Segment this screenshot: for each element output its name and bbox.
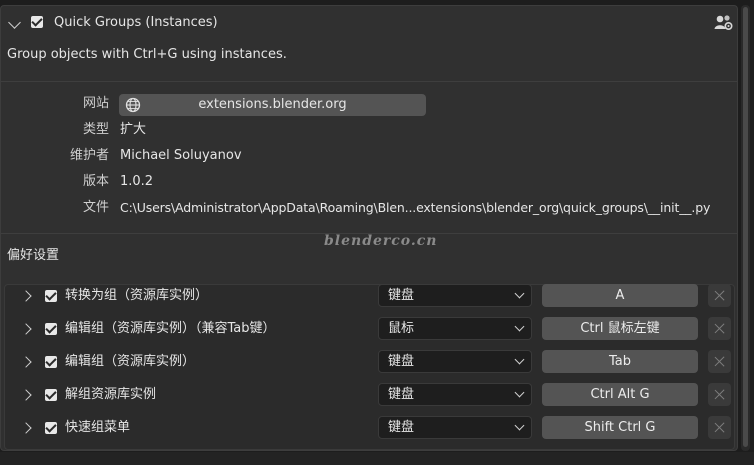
- type-label: 类型: [82, 122, 109, 137]
- preferences-title: 偏好设置: [7, 248, 60, 263]
- website-url-text: extensions.blender.org: [198, 97, 347, 112]
- keymap-name: 解组资源库实例: [65, 387, 157, 402]
- header-divider: [1, 81, 737, 82]
- user-settings-icon[interactable]: [714, 14, 734, 32]
- keymap-name: 编辑组（资源库实例）: [65, 354, 196, 369]
- key-binding-field[interactable]: A: [542, 284, 698, 307]
- watermark-text: blenderco.cn: [324, 233, 438, 249]
- maintainer-label: 维护者: [69, 148, 109, 163]
- input-type-select[interactable]: 键盘: [378, 350, 532, 373]
- addon-enable-checkbox[interactable]: [31, 16, 43, 28]
- file-label: 文件: [82, 200, 109, 215]
- website-url-field[interactable]: extensions.blender.org: [119, 94, 426, 116]
- remove-keymap-close-icon[interactable]: [708, 284, 731, 307]
- input-type-select[interactable]: 键盘: [378, 416, 532, 439]
- row-expand-chevron-right-icon[interactable]: [20, 323, 32, 335]
- addon-title: Quick Groups (Instances): [54, 15, 218, 30]
- remove-keymap-close-icon[interactable]: [708, 317, 731, 340]
- keymap-row: 解组资源库实例 键盘 Ctrl Alt G: [1, 379, 739, 409]
- chevron-down-icon: [514, 354, 525, 365]
- vertical-scrollbar[interactable]: [741, 5, 750, 451]
- keymap-enable-checkbox[interactable]: [45, 422, 57, 434]
- keymap-enable-checkbox[interactable]: [45, 290, 57, 302]
- scrollbar-thumb[interactable]: [743, 7, 748, 447]
- input-type-select[interactable]: 鼠标: [378, 317, 532, 340]
- addon-panel: Quick Groups (Instances) Group objects w…: [0, 5, 738, 451]
- keymap-name: 编辑组（资源库实例）（兼容Tab键）: [65, 321, 276, 336]
- row-expand-chevron-right-icon[interactable]: [20, 422, 32, 434]
- keymap-name: 转换为组（资源库实例）: [65, 288, 209, 303]
- bottom-strip: [0, 452, 754, 465]
- remove-keymap-close-icon[interactable]: [708, 350, 731, 373]
- row-expand-chevron-right-icon[interactable]: [20, 389, 32, 401]
- keymap-row: 编辑组（资源库实例） 键盘 Tab: [1, 346, 739, 376]
- keymap-enable-checkbox[interactable]: [45, 356, 57, 368]
- input-type-value: 键盘: [388, 354, 415, 369]
- chevron-down-icon: [514, 387, 525, 398]
- key-binding-field[interactable]: Tab: [542, 350, 698, 373]
- keymap-name: 快速组菜单: [65, 420, 131, 435]
- input-type-value: 键盘: [388, 387, 415, 402]
- website-label: 网站: [82, 96, 109, 111]
- keymap-row: 编辑组（资源库实例）（兼容Tab键） 鼠标 Ctrl 鼠标左键: [1, 313, 739, 343]
- remove-keymap-close-icon[interactable]: [708, 416, 731, 439]
- input-type-value: 键盘: [388, 420, 415, 435]
- file-path-value: C:\Users\Administrator\AppData\Roaming\B…: [120, 200, 711, 215]
- chevron-down-icon: [514, 420, 525, 431]
- maintainer-value: Michael Soluyanov: [120, 148, 242, 163]
- chevron-down-icon: [514, 321, 525, 332]
- version-value: 1.0.2: [120, 174, 154, 189]
- keymap-row: 转换为组（资源库实例） 键盘 A: [1, 280, 739, 310]
- key-binding-field[interactable]: Shift Ctrl G: [542, 416, 698, 439]
- row-expand-chevron-right-icon[interactable]: [20, 356, 32, 368]
- keymap-enable-checkbox[interactable]: [45, 389, 57, 401]
- input-type-value: 键盘: [388, 288, 415, 303]
- remove-keymap-close-icon[interactable]: [708, 383, 731, 406]
- keymap-row: 快速组菜单 键盘 Shift Ctrl G: [1, 412, 739, 442]
- key-binding-field[interactable]: Ctrl Alt G: [542, 383, 698, 406]
- collapse-chevron-down-icon[interactable]: [8, 16, 21, 29]
- version-label: 版本: [82, 174, 109, 189]
- input-type-select[interactable]: 键盘: [378, 284, 532, 307]
- type-value: 扩大: [120, 122, 147, 137]
- key-binding-field[interactable]: Ctrl 鼠标左键: [542, 317, 698, 340]
- row-expand-chevron-right-icon[interactable]: [20, 290, 32, 302]
- keymap-enable-checkbox[interactable]: [45, 323, 57, 335]
- chevron-down-icon: [514, 288, 525, 299]
- input-type-value: 鼠标: [388, 321, 415, 336]
- addon-description: Group objects with Ctrl+G using instance…: [7, 47, 287, 62]
- input-type-select[interactable]: 键盘: [378, 383, 532, 406]
